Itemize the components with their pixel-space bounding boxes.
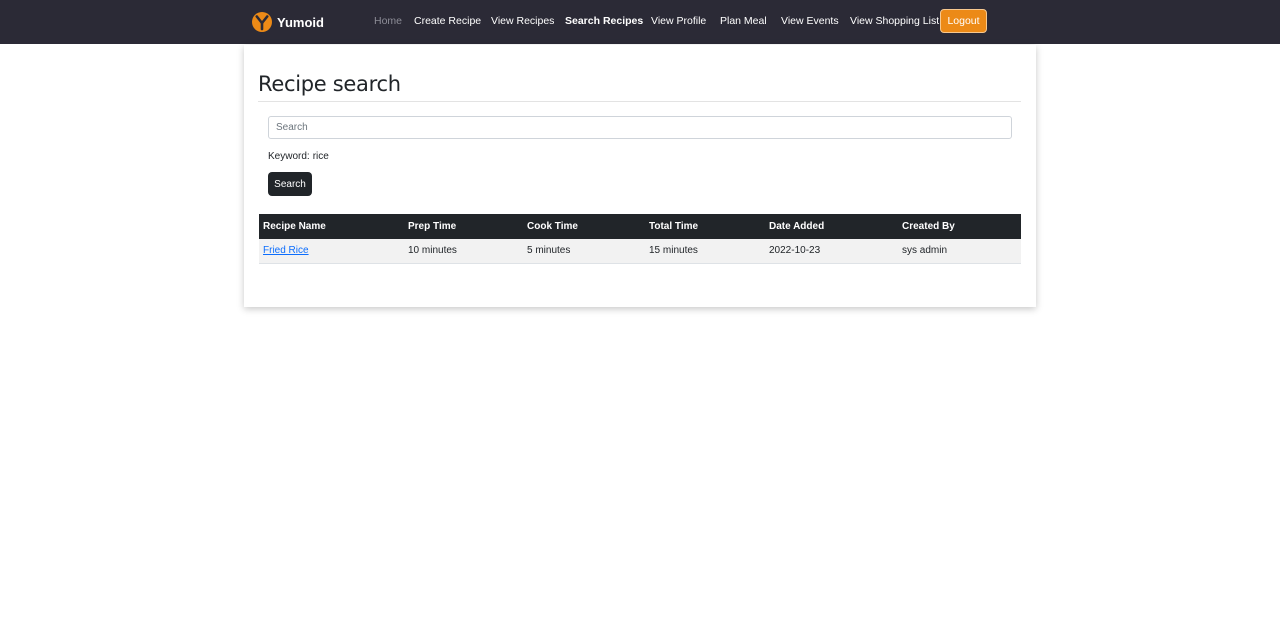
column-header-date-added: Date Added bbox=[765, 214, 898, 239]
cell-created-by: sys admin bbox=[898, 239, 1021, 264]
logout-button[interactable]: Logout bbox=[940, 9, 987, 33]
top-navbar: Yumoid Home Create Recipe View Recipes S… bbox=[0, 0, 1280, 44]
nav-view-shopping-list[interactable]: View Shopping List bbox=[850, 15, 939, 28]
results-table: Recipe Name Prep Time Cook Time Total Ti… bbox=[259, 214, 1021, 264]
cell-recipe-name: Fried Rice bbox=[259, 239, 404, 264]
nav-create-recipe[interactable]: Create Recipe bbox=[414, 15, 481, 28]
nav-plan-meal[interactable]: Plan Meal bbox=[720, 15, 767, 28]
nav-search-recipes[interactable]: Search Recipes bbox=[565, 15, 643, 28]
title-divider bbox=[258, 101, 1021, 102]
column-header-recipe-name: Recipe Name bbox=[259, 214, 404, 239]
nav-view-profile[interactable]: View Profile bbox=[651, 15, 706, 28]
cell-cook-time: 5 minutes bbox=[523, 239, 645, 264]
keyword-display: Keyword: rice bbox=[268, 151, 329, 162]
keyword-value: rice bbox=[312, 151, 329, 162]
page-title: Recipe search bbox=[258, 72, 401, 96]
brand-name: Yumoid bbox=[277, 14, 324, 30]
brand[interactable]: Yumoid bbox=[252, 11, 324, 33]
search-button[interactable]: Search bbox=[268, 172, 312, 196]
nav-view-events[interactable]: View Events bbox=[781, 15, 839, 28]
recipe-link[interactable]: Fried Rice bbox=[263, 245, 309, 256]
column-header-created-by: Created By bbox=[898, 214, 1021, 239]
keyword-label: Keyword: bbox=[268, 151, 310, 162]
cell-total-time: 15 minutes bbox=[645, 239, 765, 264]
column-header-prep-time: Prep Time bbox=[404, 214, 523, 239]
table-header-row: Recipe Name Prep Time Cook Time Total Ti… bbox=[259, 214, 1021, 239]
cell-prep-time: 10 minutes bbox=[404, 239, 523, 264]
yumoid-logo-icon bbox=[252, 12, 272, 32]
table-row: Fried Rice 10 minutes 5 minutes 15 minut… bbox=[259, 239, 1021, 264]
column-header-total-time: Total Time bbox=[645, 214, 765, 239]
column-header-cook-time: Cook Time bbox=[523, 214, 645, 239]
nav-home[interactable]: Home bbox=[374, 15, 402, 28]
search-input[interactable] bbox=[268, 116, 1012, 139]
nav-view-recipes[interactable]: View Recipes bbox=[491, 15, 554, 28]
cell-date-added: 2022-10-23 bbox=[765, 239, 898, 264]
